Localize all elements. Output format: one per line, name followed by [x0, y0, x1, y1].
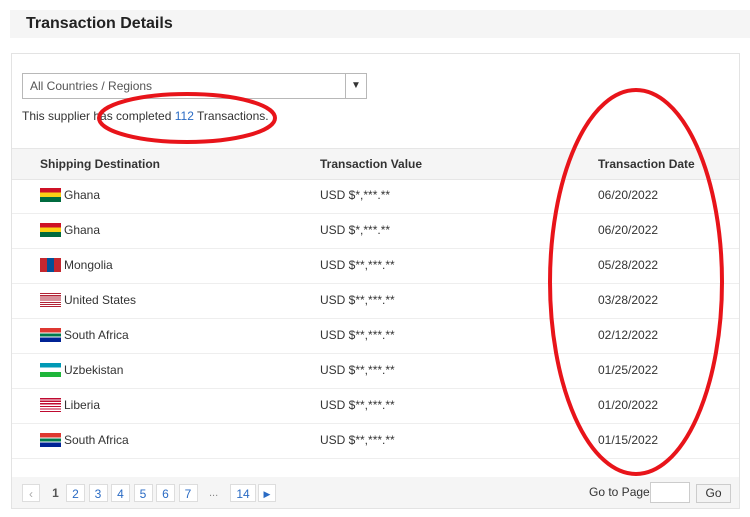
transaction-count: 112 — [174, 109, 194, 123]
table-row: Ghana USD $*,***.** 06/20/2022 — [12, 213, 739, 249]
country-name: United States — [64, 293, 137, 307]
country-name: Ghana — [64, 188, 101, 202]
destination-cell: South Africa — [40, 423, 129, 458]
page-last-button[interactable]: 14 — [230, 484, 256, 502]
destination-cell: Ghana — [40, 213, 100, 248]
value-cell: USD $*,***.** — [320, 188, 391, 202]
value-cell: USD $**,***.** — [320, 293, 395, 307]
pagination: ‹ 1234567 ... 14 ▶ Go to Page Go — [12, 477, 739, 508]
country-name: South Africa — [64, 433, 129, 447]
value-cell: USD $*,***.** — [320, 223, 391, 237]
mongolia-flag-icon — [40, 257, 61, 272]
za-flag-icon — [40, 327, 61, 342]
table-row: South Africa USD $**,***.** 01/15/2022 — [12, 423, 739, 459]
table-row: Ghana USD $*,***.** 06/20/2022 — [12, 178, 739, 214]
destination-cell: Liberia — [40, 388, 100, 423]
destination-cell: South Africa — [40, 318, 129, 353]
country-name: South Africa — [64, 328, 129, 342]
page-1-button[interactable]: 1 — [46, 484, 65, 502]
table-row: Uzbekistan USD $**,***.** 01/25/2022 — [12, 353, 739, 389]
date-cell: 02/12/2022 — [598, 328, 659, 342]
country-name: Ghana — [64, 223, 101, 237]
value-cell: USD $**,***.** — [320, 363, 395, 377]
country-name: Uzbekistan — [64, 363, 124, 377]
date-cell: 03/28/2022 — [598, 293, 659, 307]
chevron-down-icon[interactable]: ▼ — [345, 74, 366, 98]
go-button[interactable]: Go — [696, 484, 731, 503]
page-4-button[interactable]: 4 — [111, 484, 130, 502]
value-cell: USD $**,***.** — [320, 433, 395, 447]
page-7-button[interactable]: 7 — [178, 484, 198, 502]
za-flag-icon — [40, 432, 61, 447]
lr-flag-icon — [40, 397, 61, 412]
header-value: Transaction Value — [320, 157, 423, 171]
date-cell: 05/28/2022 — [598, 258, 659, 272]
next-page-button[interactable]: ▶ — [258, 484, 276, 502]
select-value: All Countries / Regions — [30, 79, 153, 93]
page-3-button[interactable]: 3 — [88, 484, 108, 502]
table-row: Mongolia USD $**,***.** 05/28/2022 — [12, 248, 739, 284]
value-cell: USD $**,***.** — [320, 328, 395, 342]
table-row: South Africa USD $**,***.** 02/12/2022 — [12, 318, 739, 354]
table-row: Liberia USD $**,***.** 01/20/2022 — [12, 388, 739, 424]
page-6-button[interactable]: 6 — [156, 484, 175, 502]
goto-page-input[interactable] — [650, 482, 690, 503]
prev-page-button[interactable]: ‹ — [22, 484, 40, 502]
destination-cell: Ghana — [40, 178, 100, 213]
transaction-summary: This supplier has completed 112 Transact… — [22, 109, 269, 123]
pagination-ellipsis: ... — [209, 487, 219, 499]
table-header: Shipping Destination Transaction Value T… — [12, 148, 739, 180]
country-name: Mongolia — [64, 258, 113, 272]
value-cell: USD $**,***.** — [320, 398, 395, 412]
date-cell: 01/25/2022 — [598, 363, 659, 377]
ghana-flag-icon — [40, 187, 61, 202]
page-header: Transaction Details — [10, 10, 750, 38]
date-cell: 01/15/2022 — [598, 433, 659, 447]
header-date: Transaction Date — [598, 157, 695, 171]
destination-cell: United States — [40, 283, 136, 318]
us-flag-icon — [40, 292, 61, 307]
uz-flag-icon — [40, 362, 61, 377]
page-2-button[interactable]: 2 — [66, 484, 85, 502]
country-filter-select[interactable]: All Countries / Regions ▼ — [22, 73, 367, 99]
date-cell: 06/20/2022 — [598, 223, 659, 237]
ghana-flag-icon — [40, 222, 61, 237]
page-title: Transaction Details — [26, 15, 173, 32]
summary-prefix: This supplier has completed — [22, 109, 175, 123]
value-cell: USD $**,***.** — [320, 258, 395, 272]
transactions-panel: All Countries / Regions ▼ This supplier h… — [11, 53, 740, 509]
country-name: Liberia — [64, 398, 101, 412]
date-cell: 06/20/2022 — [598, 188, 659, 202]
table-row: United States USD $**,***.** 03/28/2022 — [12, 283, 739, 319]
goto-label: Go to Page — [589, 485, 650, 499]
date-cell: 01/20/2022 — [598, 398, 659, 412]
destination-cell: Uzbekistan — [40, 353, 123, 388]
header-destination: Shipping Destination — [40, 157, 160, 171]
page-5-button[interactable]: 5 — [133, 484, 153, 502]
destination-cell: Mongolia — [40, 248, 113, 283]
summary-suffix: Transactions. — [193, 109, 269, 123]
